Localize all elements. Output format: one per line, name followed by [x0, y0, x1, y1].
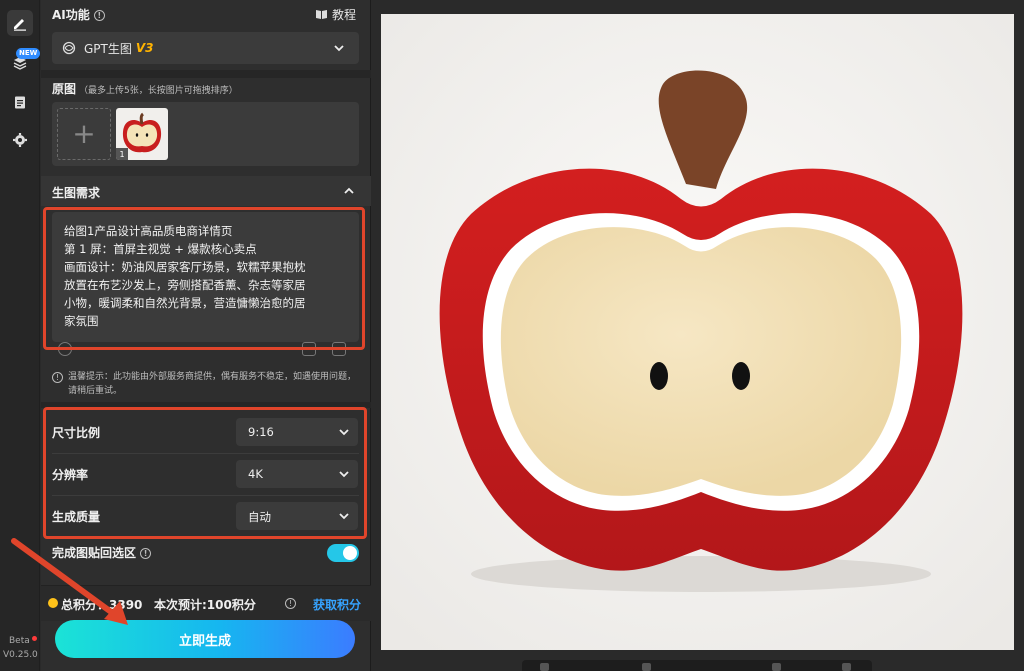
- chevron-down-icon: [339, 429, 349, 436]
- ai-title: AI功能!: [52, 6, 105, 23]
- pen-icon[interactable]: [7, 10, 33, 36]
- image-thumbnail[interactable]: 1: [116, 108, 168, 160]
- info-icon: !: [52, 372, 63, 383]
- beta-dot: [32, 636, 37, 641]
- resolution-label: 分辨率: [52, 468, 89, 482]
- prompt-line: 家氛围: [64, 314, 99, 328]
- toggle-knob: [343, 546, 357, 560]
- chevron-down-icon: [339, 471, 349, 478]
- prompt-textarea[interactable]: 给图1产品设计高品质电商详情页 第 1 屏：首屏主视觉 + 爆款核心卖点 画面设…: [52, 212, 359, 342]
- orig-label: 原图 （最多上传5张，长按图片可拖拽排序）: [52, 80, 238, 97]
- toolbar-icon[interactable]: [642, 663, 651, 671]
- divider: [41, 402, 371, 408]
- image-canvas[interactable]: [381, 14, 1014, 650]
- paste-back-toggle[interactable]: [327, 544, 359, 562]
- app-root: NEW Beta V0.25.0 AI功能! 教程 GPT生图 V3 原图 （最多…: [0, 0, 1024, 671]
- mic-icon[interactable]: [58, 342, 72, 356]
- prompt-line: 画面设计：奶油风居家客厅场景，软糯苹果抱枕: [64, 260, 306, 274]
- tutorial-link[interactable]: 教程: [315, 6, 356, 23]
- ai-title-text: AI功能: [52, 8, 90, 22]
- divider: [41, 70, 371, 78]
- tutorial-label: 教程: [331, 8, 356, 22]
- quality-label: 生成质量: [52, 510, 101, 524]
- new-badge: NEW: [16, 48, 41, 59]
- thumb-index: 1: [116, 148, 128, 160]
- option-row-resolution: 分辨率 4K: [41, 454, 371, 494]
- requirements-title: 生图需求: [52, 186, 101, 200]
- model-name: GPT生图: [84, 41, 132, 56]
- chevron-down-icon: [334, 45, 344, 52]
- option-row-ratio: 尺寸比例 9:16: [41, 412, 371, 452]
- clipboard-icon[interactable]: [7, 89, 33, 115]
- prompt-line: 给图1产品设计高品质电商详情页: [64, 224, 233, 238]
- beta-label: Beta: [9, 636, 30, 646]
- add-image-button[interactable]: +: [57, 108, 111, 160]
- model-select[interactable]: GPT生图 V3: [52, 32, 359, 64]
- resolution-select[interactable]: 4K: [236, 460, 358, 488]
- model-icon: [62, 41, 76, 55]
- orig-hint: （最多上传5张，长按图片可拖拽排序）: [79, 86, 238, 96]
- info-icon[interactable]: !: [140, 548, 152, 559]
- points-estimate: 本次预计:100积分: [154, 598, 256, 612]
- notice-text: 温馨提示：此功能由外部服务商提供，偶有服务不稳定，如遇使用问题，请稍后重试。: [68, 372, 357, 396]
- resolution-value: 4K: [248, 467, 263, 481]
- toolbar-icon[interactable]: [540, 663, 549, 671]
- chevron-down-icon: [339, 513, 349, 520]
- arrow-annotation: [11, 538, 128, 625]
- prompt-line: 小物，暖调柔和自然光背景，营造慵懒治愈的居: [64, 296, 306, 310]
- orig-title: 原图: [52, 82, 77, 96]
- bottom-toolbar: [522, 660, 872, 671]
- gear-icon[interactable]: [7, 127, 33, 153]
- translate-icon[interactable]: [302, 342, 316, 356]
- prompt-toolbar: [52, 338, 359, 362]
- apple-pillow-image: [381, 14, 1014, 650]
- get-points-link[interactable]: 获取积分: [313, 596, 361, 613]
- model-version: V3: [135, 41, 154, 55]
- book-icon: [315, 10, 327, 19]
- prompt-line: 放置在布艺沙发上，旁侧搭配香薰、杂志等家居: [64, 278, 306, 292]
- version-label: V0.25.0: [3, 650, 38, 660]
- notice: ! 温馨提示：此功能由外部服务商提供，偶有服务不稳定，如遇使用问题，请稍后重试。: [52, 370, 362, 398]
- requirements-header[interactable]: 生图需求: [41, 176, 371, 206]
- clear-icon[interactable]: [332, 342, 346, 356]
- toolbar-icon[interactable]: [842, 663, 851, 671]
- quality-value: 自动: [248, 510, 271, 524]
- ratio-label: 尺寸比例: [52, 426, 101, 440]
- ratio-select[interactable]: 9:16: [236, 418, 358, 446]
- toolbar-icon[interactable]: [772, 663, 781, 671]
- option-row-quality: 生成质量 自动: [41, 496, 371, 536]
- info-icon[interactable]: !: [93, 10, 105, 21]
- chevron-up-icon: [344, 187, 354, 194]
- info-icon[interactable]: !: [285, 598, 296, 609]
- upload-box: + 1: [52, 102, 359, 166]
- prompt-line: 第 1 屏：首屏主视觉 + 爆款核心卖点: [64, 242, 257, 256]
- quality-select[interactable]: 自动: [236, 502, 358, 530]
- ratio-value: 9:16: [248, 425, 274, 439]
